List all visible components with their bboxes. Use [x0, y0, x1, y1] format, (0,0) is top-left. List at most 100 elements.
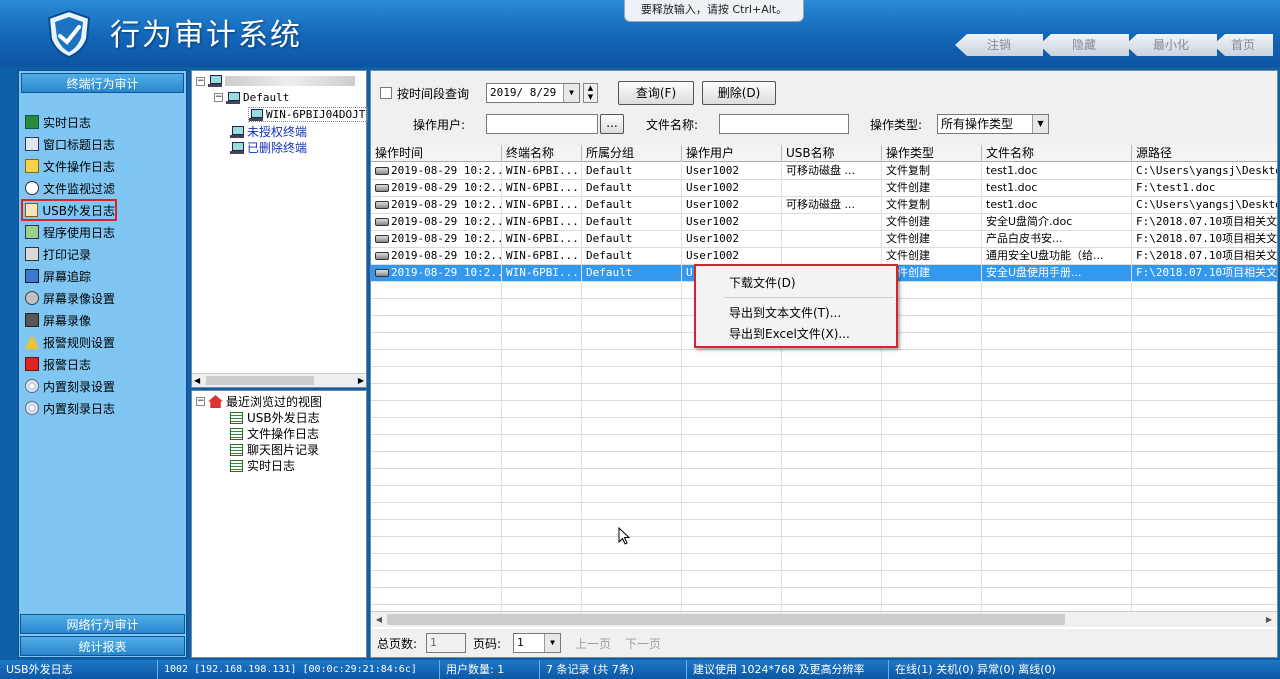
table-row[interactable]: 2019-08-29 10:2... WIN-6PBI... Default User… [371, 197, 1277, 214]
table-cell [1132, 588, 1277, 605]
prev-page-button[interactable]: 上一页 [575, 635, 611, 652]
group-icon [226, 91, 240, 104]
sidebar-item-usb-log[interactable]: USB外发日志 [21, 199, 117, 221]
chevron-down-icon[interactable]: ▼ [544, 634, 560, 652]
table-row[interactable]: 2019-08-29 10:2... WIN-6PBI... Default User… [371, 231, 1277, 248]
tree-terminal[interactable]: WIN-6PBIJ04DOJT [248, 107, 369, 122]
table-cell: test1.doc [982, 180, 1132, 197]
recent-item-usb-log[interactable]: USB外发日志 [230, 409, 320, 426]
table-cell [502, 418, 582, 435]
recent-item-realtime-log[interactable]: 实时日志 [230, 457, 295, 474]
tree-horizontal-scrollbar[interactable]: ◀ ▶ [192, 373, 366, 387]
sidebar-item-realtime-log[interactable]: 实时日志 [21, 111, 117, 133]
column-header[interactable]: 操作用户 [682, 145, 782, 162]
table-cell [582, 367, 682, 384]
table-cell [782, 520, 882, 537]
monitor-icon [25, 181, 39, 195]
scroll-thumb[interactable] [206, 376, 314, 385]
optype-select[interactable]: 所有操作类型 ▼ [937, 114, 1049, 134]
table-row[interactable]: 2019-08-29 10:2... WIN-6PBI... Default User… [371, 163, 1277, 180]
sidebar-item-burn-settings[interactable]: 内置刻录设置 [21, 375, 117, 397]
sidebar-item-print-log[interactable]: 打印记录 [21, 243, 117, 265]
table-cell [371, 367, 502, 384]
recent-views-root[interactable]: − 最近浏览过的视图 [196, 393, 322, 410]
table-cell [782, 214, 882, 231]
browse-user-button[interactable]: ... [600, 114, 624, 134]
next-page-button[interactable]: 下一页 [625, 635, 661, 652]
sidebar-item-screen-record-settings[interactable]: 屏幕录像设置 [21, 287, 117, 309]
minimize-button[interactable]: 最小化 [1125, 34, 1217, 56]
column-header[interactable]: 源路径 [1132, 145, 1277, 162]
table-row[interactable]: 2019-08-29 10:2... WIN-6PBI... Default User… [371, 248, 1277, 265]
time-range-checkbox[interactable] [380, 87, 392, 99]
table-cell [582, 282, 682, 299]
table-cell [682, 571, 782, 588]
logout-button[interactable]: 注销 [955, 34, 1043, 56]
table-row[interactable]: 2019-08-29 10:2... WIN-6PBI... Default User… [371, 214, 1277, 231]
collapse-icon[interactable]: − [196, 397, 205, 406]
tree-deleted[interactable]: 已删除终端 [230, 139, 307, 156]
table-cell [982, 282, 1132, 299]
table-row[interactable]: 2019-08-29 10:2... WIN-6PBI... Default User… [371, 180, 1277, 197]
sidebar-section-terminal[interactable]: 终端行为审计 [21, 73, 184, 93]
scroll-right-icon[interactable]: ▶ [358, 374, 364, 387]
sidebar-item-file-operation-log[interactable]: 文件操作日志 [21, 155, 117, 177]
menu-item-export-text[interactable]: 导出到文本文件(T)... [729, 304, 841, 321]
tree-root[interactable]: − [196, 75, 355, 87]
column-header[interactable]: 操作类型 [882, 145, 982, 162]
table-cell [502, 452, 582, 469]
table-horizontal-scrollbar[interactable]: ◀ ▶ [371, 611, 1277, 627]
sidebar-section-network[interactable]: 网络行为审计 [20, 614, 185, 634]
column-header[interactable]: 文件名称 [982, 145, 1132, 162]
table-cell [982, 571, 1132, 588]
sidebar-section-report[interactable]: 统计报表 [20, 636, 185, 656]
table-cell [1132, 384, 1277, 401]
delete-button[interactable]: 删除(D) [702, 81, 776, 105]
date-picker[interactable]: 2019/ 8/29 ▼ [486, 83, 580, 103]
column-header[interactable]: 所属分组 [582, 145, 682, 162]
table-cell [582, 384, 682, 401]
hide-button[interactable]: 隐藏 [1039, 34, 1129, 56]
collapse-icon[interactable]: − [214, 93, 223, 102]
sidebar-item-alarm-rules[interactable]: 报警规则设置 [21, 331, 117, 353]
recent-item-chat-images[interactable]: 聊天图片记录 [230, 441, 319, 458]
empty-row [371, 571, 1277, 588]
query-button[interactable]: 查询(F) [618, 81, 694, 105]
sidebar-item-file-monitor-filter[interactable]: 文件监视过滤 [21, 177, 117, 199]
tree-unauthorized[interactable]: 未授权终端 [230, 123, 307, 140]
table-cell: 文件创建 [882, 248, 982, 265]
sidebar-item-alarm-log[interactable]: 报警日志 [21, 353, 117, 375]
empty-row [371, 384, 1277, 401]
scroll-left-icon[interactable]: ◀ [372, 613, 386, 626]
sidebar-item-screen-record[interactable]: 屏幕录像 [21, 309, 117, 331]
grid-icon [230, 411, 243, 424]
user-input[interactable] [486, 114, 598, 134]
recent-item-file-log[interactable]: 文件操作日志 [230, 425, 319, 442]
scroll-left-icon[interactable]: ◀ [194, 374, 200, 387]
sidebar-item-screen-track[interactable]: 屏幕追踪 [21, 265, 117, 287]
scroll-thumb[interactable] [387, 614, 1065, 625]
tree-group-default[interactable]: − Default [214, 91, 289, 104]
chevron-down-icon[interactable]: ▼ [1032, 115, 1048, 133]
menu-item-export-excel[interactable]: 导出到Excel文件(X)... [729, 325, 850, 342]
filename-input[interactable] [719, 114, 849, 134]
table-cell: User1002 [682, 180, 782, 197]
chevron-down-icon[interactable]: ▼ [563, 84, 579, 102]
table-cell [582, 316, 682, 333]
table-cell: Default [582, 163, 682, 180]
sidebar-item-burn-log[interactable]: 内置刻录日志 [21, 397, 117, 419]
status-bar: USB外发日志 1002 [192.168.198.131] [00:0c:29… [0, 660, 1280, 679]
date-spinner[interactable]: ▲ ▼ [583, 83, 598, 103]
column-header[interactable]: 终端名称 [502, 145, 582, 162]
column-header[interactable]: 操作时间 [371, 145, 502, 162]
sidebar-item-window-title-log[interactable]: 窗口标题日志 [21, 133, 117, 155]
scroll-right-icon[interactable]: ▶ [1262, 613, 1276, 626]
collapse-icon[interactable]: − [196, 76, 205, 86]
home-button[interactable]: 首页 [1213, 34, 1273, 56]
menu-item-download[interactable]: 下载文件(D) [729, 274, 796, 291]
table-cell [1132, 469, 1277, 486]
page-select[interactable]: 1 ▼ [513, 633, 561, 653]
column-header[interactable]: USB名称 [782, 145, 882, 162]
table-cell [502, 486, 582, 503]
sidebar-item-program-log[interactable]: 程序使用日志 [21, 221, 117, 243]
